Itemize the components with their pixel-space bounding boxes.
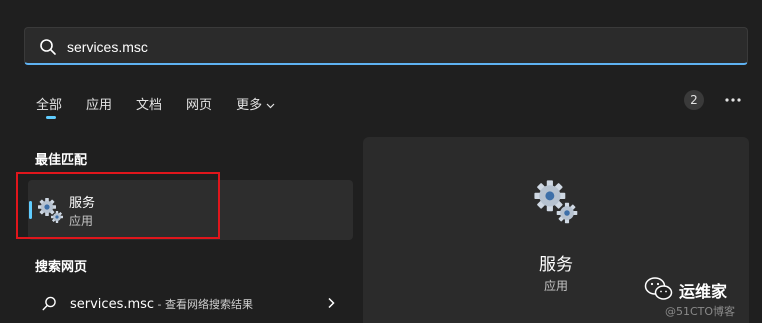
more-icon[interactable]: [722, 90, 744, 110]
wechat-logo: [644, 277, 673, 300]
chevron-right-icon[interactable]: [326, 297, 336, 309]
filter-tabs: 全部 应用 文档 网页 更多: [36, 92, 299, 120]
services-gear-icon: [38, 198, 63, 223]
tab-documents[interactable]: 文档: [136, 92, 162, 120]
web-search-heading: 搜索网页: [35, 260, 88, 275]
web-search-query: services.msc: [70, 297, 155, 312]
services-gear-icon: [534, 180, 578, 224]
search-box[interactable]: [24, 27, 748, 65]
search-input[interactable]: [65, 34, 669, 60]
web-search-text: services.msc - 查看网络搜索结果: [70, 296, 253, 312]
search-icon: [42, 296, 56, 311]
selection-indicator: [29, 201, 32, 219]
preview-title: 服务: [539, 255, 573, 275]
rewards-badge[interactable]: 2: [684, 90, 704, 110]
web-search-item[interactable]: services.msc - 查看网络搜索结果: [28, 288, 353, 320]
tab-all[interactable]: 全部: [36, 92, 62, 120]
search-icon: [40, 39, 56, 55]
tab-apps[interactable]: 应用: [86, 92, 112, 120]
tab-more[interactable]: 更多: [236, 92, 275, 120]
best-match-subtitle: 应用: [69, 214, 94, 228]
chevron-down-icon: [266, 103, 275, 109]
watermark-source: @51CTO博客: [665, 305, 736, 318]
watermark-name: 运维家: [679, 282, 728, 301]
best-match-title: 服务: [69, 196, 96, 211]
best-match-heading: 最佳匹配: [35, 153, 88, 168]
best-match-item[interactable]: 服务 应用: [28, 180, 353, 240]
web-search-suffix: - 查看网络搜索结果: [154, 298, 254, 311]
tab-web[interactable]: 网页: [186, 92, 212, 120]
